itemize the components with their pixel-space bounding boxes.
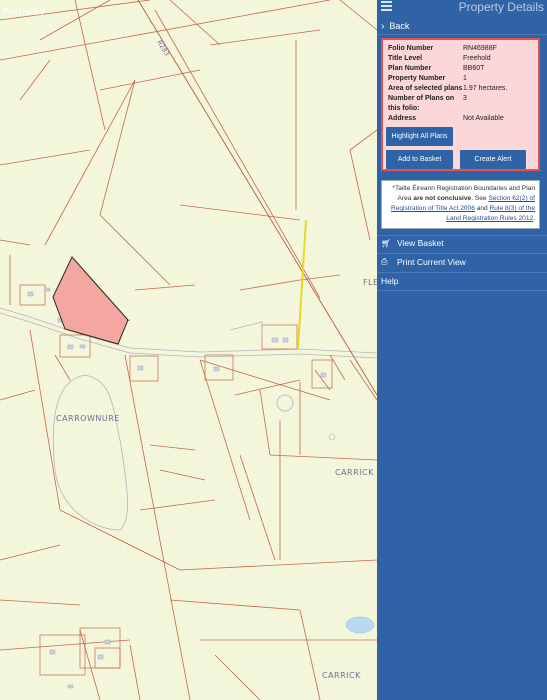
back-label: Back [389, 21, 410, 31]
info-value: 1.97 hectares. [463, 85, 508, 92]
add-to-basket-button[interactable]: Add to Basket [386, 150, 453, 169]
info-value: BB60T [463, 65, 485, 72]
info-row: Number of Plans on this folio: 3 [388, 94, 536, 114]
townland-label-carrick-south: CARRICK [322, 671, 361, 680]
info-label: Area of selected plans [388, 85, 463, 92]
info-value: 3 [463, 95, 467, 102]
panel-title: Property Details [458, 0, 544, 14]
back-button[interactable]: › Back [377, 18, 547, 34]
info-value: Freehold [463, 55, 491, 62]
info-value: RN46988F [463, 45, 497, 52]
disclaimer-note: *Tailte Éireann Registration Boundaries … [381, 180, 540, 229]
property-details-panel: Property Details › Back Folio Number RN46… [377, 0, 547, 700]
lake [345, 616, 375, 634]
info-row: Property Number 1 [388, 74, 536, 84]
divider [377, 253, 547, 254]
note-emphasis: are not conclusive [413, 195, 472, 202]
map-canvas[interactable]: Pathway R283 CARROWNURE CARRICK CARRICK … [0, 0, 377, 700]
info-label: Number of Plans on this folio: [388, 95, 455, 112]
info-value: Not Available [463, 115, 504, 122]
help-label: Help [381, 276, 399, 286]
townland-label-carrownure: CARROWNURE [56, 414, 120, 423]
info-row: Address Not Available [388, 114, 536, 124]
townland-label-carrick: CARRICK [335, 468, 374, 477]
highlight-all-plans-button[interactable]: Highlight All Plans [386, 127, 453, 146]
info-label: Title Level [388, 55, 423, 62]
info-row: Area of selected plans 1.97 hectares. [388, 84, 536, 94]
print-current-view-link[interactable]: ⎙ Print Current View [381, 255, 466, 269]
info-label: Plan Number [388, 65, 432, 72]
cart-icon: 🛒︎ [381, 238, 392, 248]
view-basket-label: View Basket [397, 238, 444, 248]
divider [377, 290, 547, 291]
info-row: Folio Number RN46988F [388, 44, 536, 54]
map-svg[interactable]: Pathway R283 [0, 0, 377, 700]
info-row: Title Level Freehold [388, 54, 536, 64]
divider [377, 34, 547, 35]
view-basket-link[interactable]: 🛒︎ View Basket [381, 236, 444, 250]
property-info-table: Folio Number RN46988F Title Level Freehold… [388, 44, 536, 124]
info-row: Plan Number BB60T [388, 64, 536, 74]
note-text: . [533, 215, 535, 222]
map-watermark: Pathway [3, 7, 45, 18]
info-value: 1 [463, 75, 467, 82]
info-label: Folio Number [388, 45, 434, 52]
chevron-left-icon: › [381, 20, 385, 32]
info-label: Address [388, 115, 417, 122]
townland-label-fle: FLE [363, 278, 377, 287]
divider [377, 272, 547, 273]
note-text: . See [471, 195, 489, 202]
print-view-label: Print Current View [397, 257, 466, 267]
help-link[interactable]: Help [381, 274, 398, 288]
print-icon: ⎙ [381, 257, 388, 266]
property-info-box: Folio Number RN46988F Title Level Freehold… [381, 38, 540, 171]
create-alert-button[interactable]: Create Alert [460, 150, 526, 169]
panel-header: Property Details [377, 0, 547, 15]
menu-icon[interactable] [381, 1, 392, 12]
note-text: and [474, 205, 490, 212]
info-label: Property Number [388, 75, 446, 82]
